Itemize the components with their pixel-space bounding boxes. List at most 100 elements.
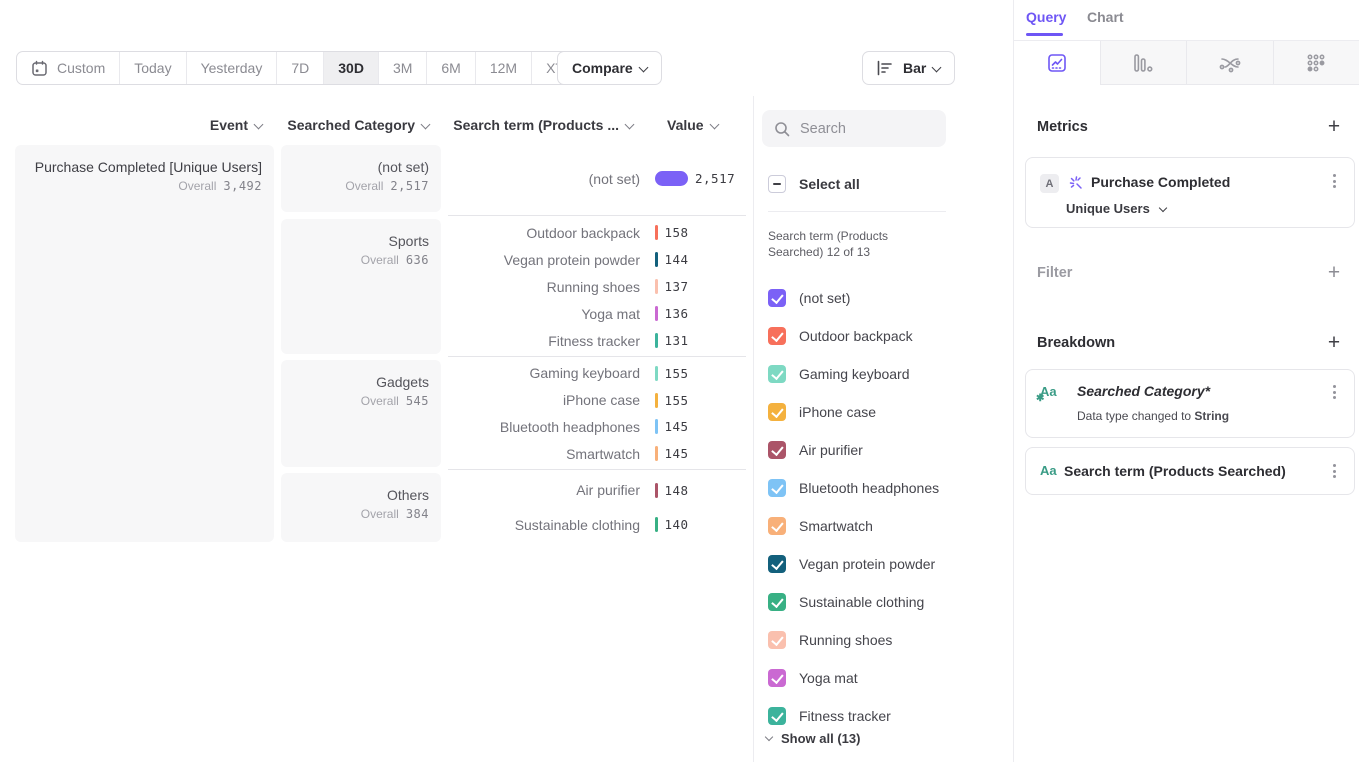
value-text: 148 [665,483,689,498]
table-row[interactable]: iPhone case 155 [448,387,746,414]
tab-query[interactable]: Query [1026,9,1066,25]
search-term-label: Gaming keyboard [448,365,640,381]
metric-card[interactable]: A Purchase Completed Unique Users [1025,157,1355,228]
table-row[interactable]: Outdoor backpack 158 [448,219,746,246]
legend-item[interactable]: Vegan protein powder [768,545,968,583]
category-card[interactable]: Others Overall384 [281,473,441,542]
table-row[interactable]: Vegan protein powder 144 [448,246,746,273]
value-bar [655,483,658,498]
group-separator [448,356,746,357]
table-row[interactable]: Yoga mat 136 [448,300,746,327]
add-metric-button[interactable]: + [1324,117,1344,137]
range-6m[interactable]: 6M [426,52,474,84]
legend-item[interactable]: (not set) [768,279,968,317]
column-header-value[interactable]: Value [667,117,718,133]
series-checkbox[interactable] [768,631,786,649]
select-all-checkbox[interactable] [768,175,786,193]
table-row[interactable]: (not set) 2,517 [448,145,746,212]
tab-retention[interactable] [1273,41,1359,85]
legend-item[interactable]: Bluetooth headphones [768,469,968,507]
legend-items: (not set) Outdoor backpack Gaming keyboa… [768,279,968,735]
range-12m[interactable]: 12M [475,52,531,84]
series-checkbox[interactable] [768,403,786,421]
breakdown-heading: Breakdown [1037,335,1115,351]
table-row[interactable]: Smartwatch 145 [448,440,746,467]
table-row[interactable]: Sustainable clothing 140 [448,508,746,543]
search-input[interactable] [800,121,930,137]
range-custom[interactable]: Custom [17,52,119,84]
chart-type-label: Bar [903,60,926,76]
legend-item[interactable]: Gaming keyboard [768,355,968,393]
aggregation-selector[interactable]: Unique Users [1066,201,1166,216]
table-row[interactable]: Running shoes 137 [448,273,746,300]
legend-item[interactable]: Air purifier [768,431,968,469]
value-text: 131 [665,333,689,348]
value-bar [655,279,658,294]
legend-item[interactable]: Sustainable clothing [768,583,968,621]
range-30d[interactable]: 30D [323,52,378,84]
legend-search-box[interactable] [762,110,946,147]
value-bar [655,446,658,461]
range-today[interactable]: Today [119,52,185,84]
table-row[interactable]: Fitness tracker 131 [448,327,746,354]
category-card[interactable]: Gadgets Overall545 [281,360,441,467]
tab-chart[interactable]: Chart [1087,9,1124,25]
category-card[interactable]: (not set) Overall2,517 [281,145,441,212]
search-term-label: Sustainable clothing [448,517,640,533]
metric-event-name: Purchase Completed [1091,174,1230,190]
category-card[interactable]: Sports Overall636 [281,219,441,354]
add-breakdown-button[interactable]: + [1324,333,1344,353]
tab-funnels[interactable] [1100,41,1187,85]
metric-menu-button[interactable] [1327,174,1341,188]
query-panel-divider [1013,0,1014,762]
series-checkbox[interactable] [768,555,786,573]
event-card[interactable]: Purchase Completed [Unique Users] Overal… [15,145,274,542]
breakdown-card[interactable]: Aa✱ Searched Category* Data type changed… [1025,369,1355,438]
range-3m[interactable]: 3M [378,52,426,84]
chart-type-button[interactable]: Bar [862,51,955,85]
value-text: 144 [665,252,689,267]
range-yesterday[interactable]: Yesterday [186,52,277,84]
group-separator [448,215,746,216]
column-header-searched-category[interactable]: Searched Category [281,117,429,133]
chevron-down-icon [638,62,648,72]
breakdown-property-name: Search term (Products Searched) [1064,463,1286,479]
series-checkbox[interactable] [768,441,786,459]
series-checkbox[interactable] [768,593,786,611]
series-checkbox[interactable] [768,669,786,687]
range-7d[interactable]: 7D [276,52,323,84]
legend-item[interactable]: Running shoes [768,621,968,659]
legend-item[interactable]: Outdoor backpack [768,317,968,355]
compare-button[interactable]: Compare [557,51,662,85]
date-range-group: CustomTodayYesterday7D30D3M6M12MXTD [16,51,603,85]
value-bar [655,419,658,434]
show-all-button[interactable]: Show all (13) [766,731,860,746]
table-row[interactable]: Air purifier 148 [448,473,746,508]
breakdown-card[interactable]: Aa Search term (Products Searched) [1025,447,1355,495]
series-checkbox[interactable] [768,479,786,497]
legend-item[interactable]: Yoga mat [768,659,968,697]
legend-item[interactable]: Fitness tracker [768,697,968,735]
series-checkbox[interactable] [768,517,786,535]
series-checkbox[interactable] [768,289,786,307]
table-row[interactable]: Gaming keyboard 155 [448,360,746,387]
series-checkbox[interactable] [768,707,786,725]
flows-icon [1219,53,1241,73]
value-group: Air purifier 148Sustainable clothing 140 [448,473,746,542]
series-label: Running shoes [799,632,892,648]
tab-flows[interactable] [1186,41,1273,85]
select-all-row[interactable]: Select all [768,175,860,193]
series-checkbox[interactable] [768,365,786,383]
add-filter-button[interactable]: + [1324,263,1344,283]
column-header-event[interactable]: Event [15,117,262,133]
legend-item[interactable]: Smartwatch [768,507,968,545]
breakdown-menu-button[interactable] [1327,385,1341,399]
breakdown-menu-button[interactable] [1327,464,1341,478]
value-bar [655,517,658,532]
series-label: Fitness tracker [799,708,891,724]
tab-insights[interactable] [1014,41,1100,85]
legend-item[interactable]: iPhone case [768,393,968,431]
series-checkbox[interactable] [768,327,786,345]
table-row[interactable]: Bluetooth headphones 145 [448,414,746,441]
column-header-search-term[interactable]: Search term (Products ... [430,117,633,133]
